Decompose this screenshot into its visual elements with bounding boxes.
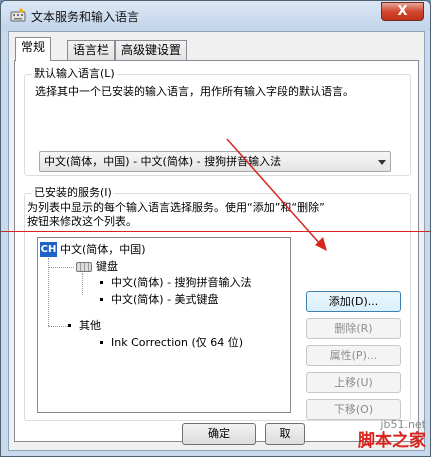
annotation-line	[1, 231, 430, 232]
chevron-down-icon	[378, 160, 386, 165]
default-language-description: 选择其中一个已安装的输入语言，用作所有输入字段的默认语言。	[35, 85, 354, 98]
tree-connector	[48, 258, 49, 326]
tab-language-bar[interactable]: 语言栏	[67, 40, 116, 60]
language-badge: CH	[40, 242, 57, 257]
bullet-icon	[100, 280, 103, 284]
move-up-button[interactable]: 上移(U)	[306, 372, 401, 393]
tree-connector	[82, 273, 83, 295]
tree-keyboard-group[interactable]: 键盘	[96, 260, 118, 274]
general-tab-panel: 默认输入语言(L) 选择其中一个已安装的输入语言，用作所有输入字段的默认语言。 …	[14, 60, 419, 442]
tree-other-group[interactable]: 其他	[68, 319, 101, 333]
tree-keyboard-item[interactable]: 中文(简体) - 搜狗拼音输入法	[100, 276, 252, 290]
dialog-window: 文本服务和输入语言 X 常规 语言栏 高级键设置 默认输入语言(L) 选择其中一…	[0, 0, 431, 457]
installed-services-description-line1: 为列表中显示的每个输入语言选择服务。使用“添加”和“删除”	[27, 201, 325, 214]
keyboard-icon	[10, 8, 26, 22]
properties-button[interactable]: 属性(P)...	[306, 345, 401, 366]
close-button[interactable]: X	[381, 2, 424, 21]
add-button[interactable]: 添加(D)...	[306, 291, 401, 312]
tab-advanced-key-settings[interactable]: 高级键设置	[115, 40, 188, 60]
tree-language-node[interactable]: 中文(简体，中国)	[60, 243, 146, 257]
keyboard-icon	[76, 262, 92, 272]
tree-other-item[interactable]: Ink Correction (仅 64 位)	[100, 336, 243, 350]
bullet-icon	[68, 323, 71, 327]
installed-services-tree[interactable]: CH 中文(简体，中国) 键盘 中文(简体) - 搜狗拼音输入法 中文(简体) …	[37, 237, 291, 413]
watermark-brand: 脚本之家	[358, 431, 426, 451]
default-language-value: 中文(简体，中国) - 中文(简体) - 搜狗拼音输入法	[44, 155, 282, 168]
bullet-icon	[100, 297, 103, 301]
cancel-button[interactable]: 取	[265, 423, 305, 445]
watermark: jb51.net 脚本之家	[358, 418, 426, 452]
default-language-heading: 默认输入语言(L)	[32, 67, 117, 81]
tab-general[interactable]: 常规	[15, 37, 52, 61]
title-bar[interactable]: 文本服务和输入语言 X	[1, 1, 430, 31]
watermark-domain: jb51.net	[380, 418, 426, 431]
tree-keyboard-item[interactable]: 中文(简体) - 美式键盘	[100, 293, 219, 307]
tree-connector	[48, 326, 70, 327]
remove-button[interactable]: 删除(R)	[306, 318, 401, 339]
window-title: 文本服务和输入语言	[31, 10, 140, 24]
bullet-icon	[100, 340, 103, 344]
installed-services-description-line2: 按钮来修改这个列表。	[27, 215, 137, 228]
ok-button[interactable]: 确定	[182, 423, 256, 445]
tree-connector	[48, 267, 74, 268]
move-down-button[interactable]: 下移(O)	[306, 399, 401, 420]
installed-services-heading: 已安装的服务(I)	[32, 186, 114, 200]
default-language-select[interactable]: 中文(简体，中国) - 中文(简体) - 搜狗拼音输入法	[39, 151, 391, 172]
dialog-client-area: 常规 语言栏 高级键设置 默认输入语言(L) 选择其中一个已安装的输入语言，用作…	[8, 31, 425, 451]
